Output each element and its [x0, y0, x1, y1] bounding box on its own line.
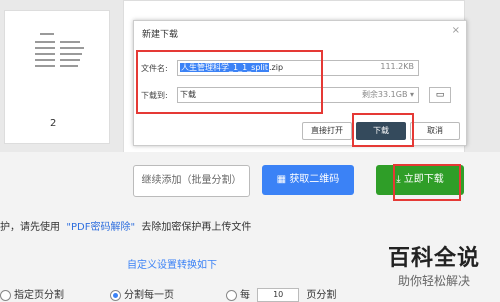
download-to-label: 下载到: [141, 91, 168, 100]
cancel-button[interactable]: 取消 [410, 122, 460, 140]
download-path-select[interactable]: 下载 剩余33.1GB ▾ [177, 87, 419, 103]
download-to-row: 下载到: 下载 剩余33.1GB ▾ ▭ [137, 84, 457, 104]
download-path: 下载 [180, 90, 196, 99]
new-download-dialog: 新建下载 × 文件名: 人生管理科学_1_1_split.zip 111.2KB… [133, 20, 467, 146]
download-button[interactable]: 下载 [356, 122, 406, 140]
page-number: 2 [50, 118, 57, 129]
continue-add-button[interactable]: 继续添加（批量分割） [133, 165, 250, 197]
password-info: 护，请先使用 "PDF密码解除" 去除加密保护再上传文件 [0, 222, 252, 233]
filename-row: 文件名: 人生管理科学_1_1_split.zip 111.2KB [137, 57, 457, 77]
qr-icon: ▦ [276, 174, 290, 185]
folder-icon[interactable]: ▭ [429, 87, 451, 103]
page-count-input[interactable]: 10 [257, 288, 300, 302]
download-now-button[interactable]: ⤓ 立即下载 [376, 165, 464, 195]
watermark-main: 百科全说 [387, 246, 480, 271]
custom-settings-heading: 自定义设置转换如下 [127, 260, 217, 271]
close-icon[interactable]: × [452, 25, 460, 36]
watermark: 百科全说 助你轻松解决 [370, 240, 498, 295]
filename-ext: .zip [269, 63, 284, 72]
download-icon: ⤓ [396, 174, 404, 185]
file-size: 111.2KB [380, 62, 414, 71]
open-directly-button[interactable]: 直接打开 [302, 122, 352, 140]
filename-label: 文件名: [141, 64, 168, 73]
dialog-title: 新建下载 [142, 30, 179, 40]
get-qr-button[interactable]: ▦ 获取二维码 [262, 165, 354, 195]
watermark-sub: 助你轻松解决 [397, 274, 470, 288]
filename-field[interactable]: 人生管理科学_1_1_split.zip 111.2KB [177, 60, 419, 76]
filename-selected: 人生管理科学_1_1_split [180, 63, 270, 72]
pdf-password-link[interactable]: "PDF密码解除" [66, 222, 135, 233]
split-option-every-n[interactable]: 每 10 页分割 [226, 286, 336, 302]
free-space: 剩余33.1GB ▾ [361, 90, 414, 99]
page-thumbnail[interactable] [4, 10, 110, 144]
